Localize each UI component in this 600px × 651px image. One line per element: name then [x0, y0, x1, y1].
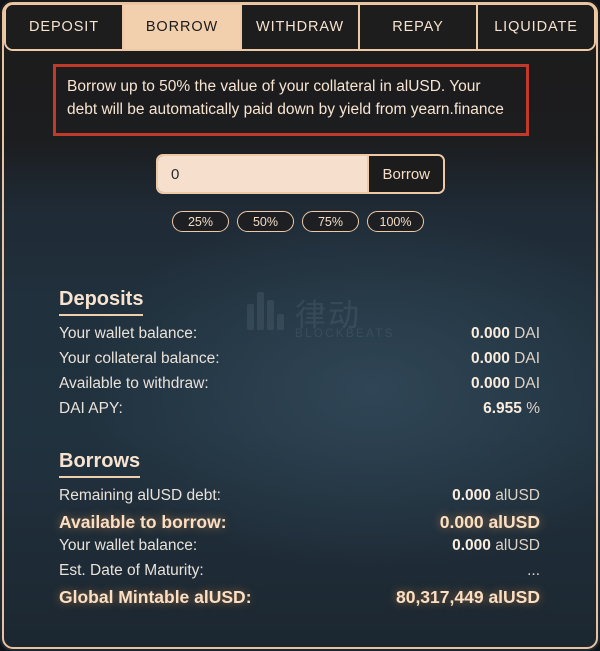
table-row: Your collateral balance: 0.000 DAI	[59, 350, 540, 375]
tab-repay-label: REPAY	[392, 19, 444, 35]
info-notice-text: Borrow up to 50% the value of your colla…	[67, 78, 504, 118]
stat-value: 80,317,449 alUSD	[396, 587, 540, 608]
stat-value: 0.000 DAI	[471, 325, 540, 343]
stat-label: Your wallet balance:	[59, 325, 198, 342]
borrow-button[interactable]: Borrow	[367, 156, 443, 192]
tab-liquidate[interactable]: LIQUIDATE	[478, 5, 594, 49]
table-row: Global Mintable alUSD: 80,317,449 alUSD	[59, 587, 540, 612]
stat-value: 0.000 alUSD	[440, 512, 540, 533]
stat-label: Global Mintable alUSD:	[59, 587, 252, 607]
stat-number: 0.000	[439, 512, 484, 532]
table-row: Available to withdraw: 0.000 DAI	[59, 375, 540, 400]
table-row: Your wallet balance: 0.000 alUSD	[59, 537, 540, 562]
tab-deposit-label: DEPOSIT	[29, 19, 99, 35]
percent-shortcut-row: 25% 50% 75% 100%	[172, 211, 424, 232]
percent-button-50[interactable]: 50%	[237, 211, 294, 232]
percent-button-25[interactable]: 25%	[172, 211, 229, 232]
stat-label: Available to withdraw:	[59, 375, 209, 392]
percent-button-75-label: 75%	[317, 214, 344, 229]
tab-repay[interactable]: REPAY	[360, 5, 478, 49]
tab-borrow-label: BORROW	[145, 19, 219, 35]
table-row: Available to borrow: 0.000 alUSD	[59, 512, 540, 537]
deposits-heading: Deposits	[59, 288, 144, 316]
percent-button-25-label: 25%	[187, 214, 214, 229]
stat-label: Your collateral balance:	[59, 350, 220, 367]
stat-number: 6.955	[483, 400, 522, 417]
borrows-heading: Borrows	[59, 450, 141, 478]
tab-withdraw[interactable]: WITHDRAW	[242, 5, 360, 49]
stat-value: 0.000 alUSD	[452, 487, 540, 505]
tab-bar: DEPOSIT BORROW WITHDRAW REPAY LIQUIDATE	[4, 3, 596, 51]
stat-number: 0.000	[471, 350, 510, 367]
stat-unit: alUSD	[495, 537, 540, 554]
percent-button-75[interactable]: 75%	[302, 211, 359, 232]
tab-liquidate-label: LIQUIDATE	[494, 19, 578, 35]
percent-button-50-label: 50%	[252, 214, 279, 229]
tab-deposit[interactable]: DEPOSIT	[6, 5, 124, 49]
borrow-panel: DEPOSIT BORROW WITHDRAW REPAY LIQUIDATE …	[0, 0, 600, 651]
stat-value: 6.955 %	[483, 400, 540, 418]
stat-label: Your wallet balance:	[59, 537, 198, 554]
stat-number: 0.000	[452, 537, 491, 554]
stat-number: 0.000	[452, 487, 491, 504]
stat-label: Remaining alUSD debt:	[59, 487, 221, 504]
stat-unit: %	[526, 400, 540, 417]
stat-number: 0.000	[471, 325, 510, 342]
stat-number: 80,317,449	[395, 587, 484, 607]
amount-input-group: Borrow	[156, 154, 445, 194]
stat-label: DAI APY:	[59, 400, 123, 417]
deposits-section: Deposits Your wallet balance: 0.000 DAI …	[59, 288, 540, 425]
stat-label: Available to borrow:	[59, 512, 227, 532]
borrows-section: Borrows Remaining alUSD debt: 0.000 alUS…	[59, 450, 540, 612]
stat-value: 0.000 alUSD	[452, 537, 540, 555]
tab-withdraw-label: WITHDRAW	[255, 19, 344, 35]
stat-unit: alUSD	[495, 487, 540, 504]
percent-button-100-label: 100%	[379, 214, 412, 229]
table-row: Remaining alUSD debt: 0.000 alUSD	[59, 487, 540, 512]
amount-input[interactable]	[158, 156, 368, 192]
stat-label: Est. Date of Maturity:	[59, 562, 204, 579]
stat-unit: ...	[527, 562, 540, 579]
stat-number: 0.000	[471, 375, 510, 392]
stat-value: 0.000 DAI	[471, 375, 540, 393]
table-row: DAI APY: 6.955 %	[59, 400, 540, 425]
stat-unit: alUSD	[488, 512, 540, 532]
tab-borrow[interactable]: BORROW	[124, 5, 242, 49]
table-row: Your wallet balance: 0.000 DAI	[59, 325, 540, 350]
percent-button-100[interactable]: 100%	[367, 211, 424, 232]
stat-unit: DAI	[514, 350, 540, 367]
stat-unit: DAI	[514, 375, 540, 392]
stat-unit: alUSD	[488, 587, 540, 607]
table-row: Est. Date of Maturity: ...	[59, 562, 540, 587]
info-notice: Borrow up to 50% the value of your colla…	[53, 64, 529, 136]
stat-value: 0.000 DAI	[471, 350, 540, 368]
stat-value: ...	[527, 562, 540, 580]
stat-unit: DAI	[514, 325, 540, 342]
